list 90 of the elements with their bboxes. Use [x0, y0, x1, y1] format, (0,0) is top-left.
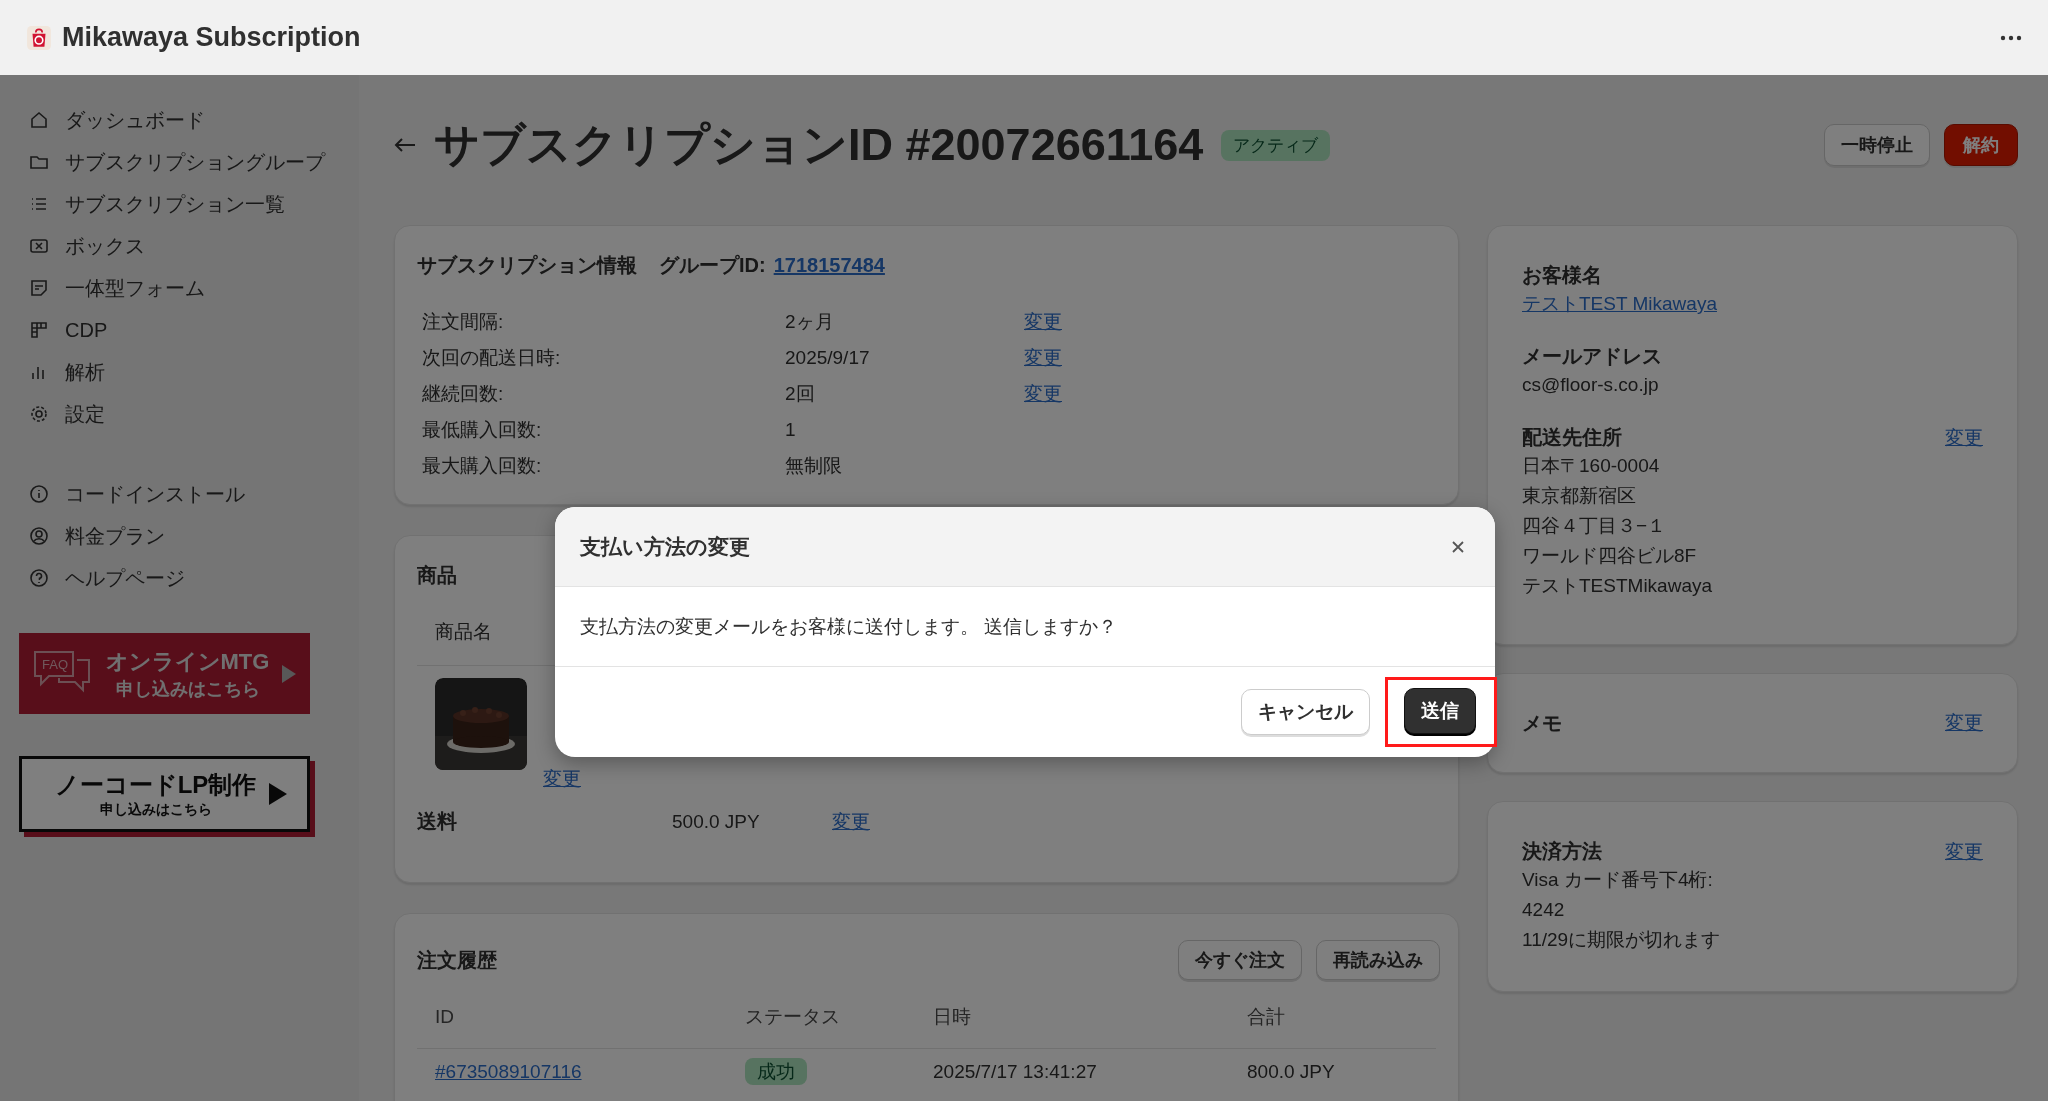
change-link[interactable]: 変更 [1024, 344, 1062, 371]
info-line: 4242 [1522, 898, 1566, 922]
change-link[interactable]: 変更 [1945, 710, 1983, 736]
meeting-banner[interactable]: FAQ オンラインMTG 申し込みはこちら [19, 633, 310, 714]
change-link[interactable]: 変更 [832, 808, 870, 835]
table-cell-text: 2025/7/17 13:41:27 [933, 1061, 1098, 1083]
column-header: ステータス [745, 1005, 841, 1029]
section-title: お客様名 [1522, 263, 1602, 288]
field-value: 2025/9/17 [785, 346, 871, 369]
back-arrow-icon[interactable] [394, 137, 416, 153]
section-title: 決済方法 [1522, 839, 1602, 864]
play-icon [282, 664, 296, 683]
card-title: サブスクリプション情報 [417, 253, 637, 278]
shipping-value: 500.0 JPY [672, 810, 761, 833]
field-label: 最大購入回数: [422, 453, 543, 478]
form-icon [29, 278, 49, 298]
info-line: Visa カード番号下4桁: [1522, 868, 1714, 892]
app-title: Mikawaya Subscription [62, 22, 361, 53]
help-icon [29, 568, 49, 588]
nav-item[interactable]: ダッシュボード [19, 105, 205, 135]
order-now-button[interactable]: 今すぐ注文 [1178, 940, 1302, 980]
page-title: サブスクリプションID #20072661164 [434, 118, 1204, 172]
nav-item[interactable]: CDP [19, 315, 108, 345]
info-line: cs@floor-s.co.jp [1522, 373, 1659, 397]
field-value: 2ヶ月 [785, 309, 835, 334]
banner-subtitle: 申し込みはこちら [115, 677, 260, 701]
section-title: メモ [1522, 710, 1562, 736]
nav-item[interactable]: 一体型フォーム [19, 273, 205, 303]
cancel-button[interactable]: キャンセル [1241, 689, 1370, 735]
column-header: 商品名 [435, 621, 492, 642]
status-badge: アクティブ [1221, 129, 1331, 161]
close-icon[interactable] [1451, 539, 1465, 554]
settings-icon [29, 404, 49, 424]
section-title: メールアドレス [1522, 344, 1662, 369]
info-icon [29, 484, 49, 504]
nav-item[interactable]: ボックス [19, 231, 145, 261]
nav-item[interactable]: サブスクリプション一覧 [19, 189, 285, 219]
section-title: 配送先住所 [1522, 425, 1622, 450]
group-id-link[interactable]: 1718157484 [773, 254, 885, 277]
cancel-subscription-button[interactable]: 解約 [1944, 124, 2018, 166]
user-icon [29, 526, 49, 546]
info-line: 四谷４丁目３−１ [1522, 514, 1667, 538]
nav-item[interactable]: 設定 [19, 399, 105, 429]
field-label: 継続回数: [422, 381, 505, 406]
pause-button[interactable]: 一時停止 [1824, 124, 1930, 166]
field-value: 2回 [785, 381, 816, 406]
field-label: 注文間隔: [422, 309, 505, 334]
dialog-title: 支払い方法の変更 [580, 533, 750, 560]
box-icon [29, 236, 49, 256]
field-value: 無制限 [785, 453, 843, 478]
card-title: 注文履歴 [417, 947, 497, 973]
table-cell-text: 800.0 JPY [1247, 1061, 1336, 1083]
nav-item[interactable]: 解析 [19, 357, 105, 387]
column-header: ID [435, 1006, 455, 1028]
play-icon [269, 783, 287, 805]
column-header: 日時 [933, 1005, 972, 1029]
grid-icon [29, 320, 49, 340]
customer-name-link[interactable]: テストTEST Mikawaya [1522, 289, 1717, 319]
field-value: 1 [785, 418, 797, 441]
more-icon[interactable] [2000, 34, 2022, 41]
card-title: 商品 [417, 564, 457, 586]
field-label: 次回の配送日時: [422, 345, 562, 370]
column-header: 合計 [1247, 1005, 1286, 1029]
info-line: 東京都新宿区 [1522, 484, 1636, 508]
info-line: 日本〒160-0004 [1522, 454, 1660, 478]
status-badge: 成功 [745, 1058, 807, 1085]
change-link[interactable]: 変更 [1024, 380, 1062, 407]
info-line: ワールド四谷ビル8F [1522, 544, 1697, 568]
info-line: 11/29に期限が切れます [1522, 928, 1722, 952]
change-link[interactable]: 変更 [1945, 838, 1983, 865]
banner-subtitle: 申し込みはこちら [99, 801, 212, 819]
shipping-label: 送料 [417, 809, 458, 834]
nav-item[interactable]: コードインストール [19, 479, 245, 509]
change-link[interactable]: 変更 [1024, 308, 1062, 335]
send-button[interactable]: 送信 [1404, 688, 1476, 734]
info-line: テストTESTMikawaya [1522, 574, 1713, 598]
banner-title: オンラインMTG [105, 647, 270, 676]
order-link[interactable]: #6735089107116 [435, 1061, 582, 1082]
dialog-message: 支払方法の変更メールをお客様に送付します。 送信しますか？ [580, 614, 1118, 639]
shopping-bag-icon [26, 24, 52, 51]
group-id-label: グループID: [659, 253, 766, 278]
nav-item[interactable]: サブスクリプショングループ [19, 147, 325, 177]
nav-item[interactable]: ヘルプページ [19, 563, 185, 593]
home-icon [29, 110, 49, 130]
banner-title: ノーコードLP制作 [54, 770, 257, 800]
reload-button[interactable]: 再読み込み [1316, 940, 1440, 980]
nav-item[interactable]: 料金プラン [19, 521, 165, 551]
change-link[interactable]: 変更 [1945, 424, 1983, 451]
change-link[interactable]: 変更 [543, 766, 581, 792]
field-label: 最低購入回数: [422, 417, 543, 442]
